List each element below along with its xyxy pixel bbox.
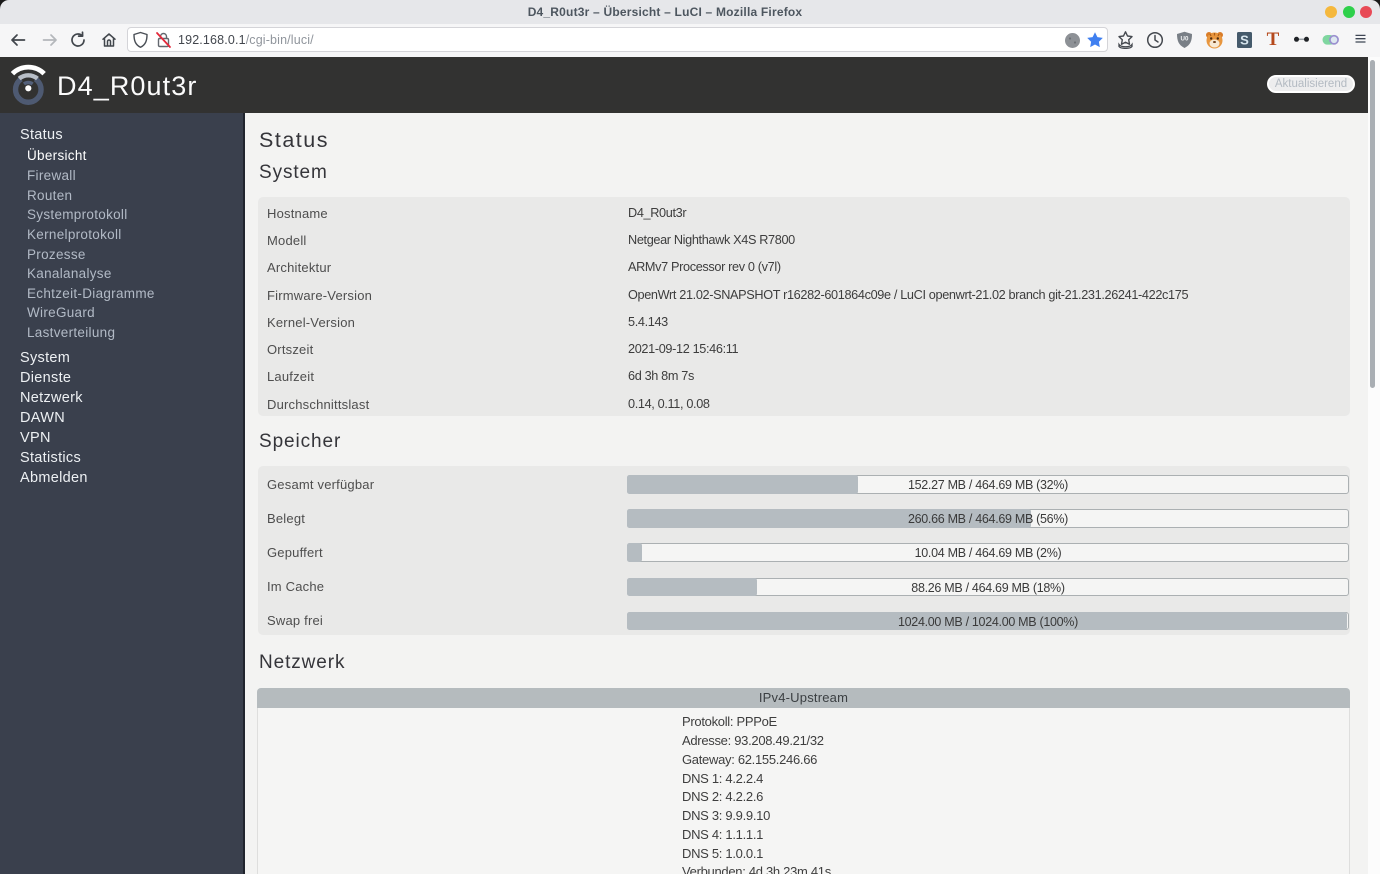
svg-text:U0: U0 [1181, 36, 1189, 43]
svg-text:S: S [1240, 33, 1249, 48]
